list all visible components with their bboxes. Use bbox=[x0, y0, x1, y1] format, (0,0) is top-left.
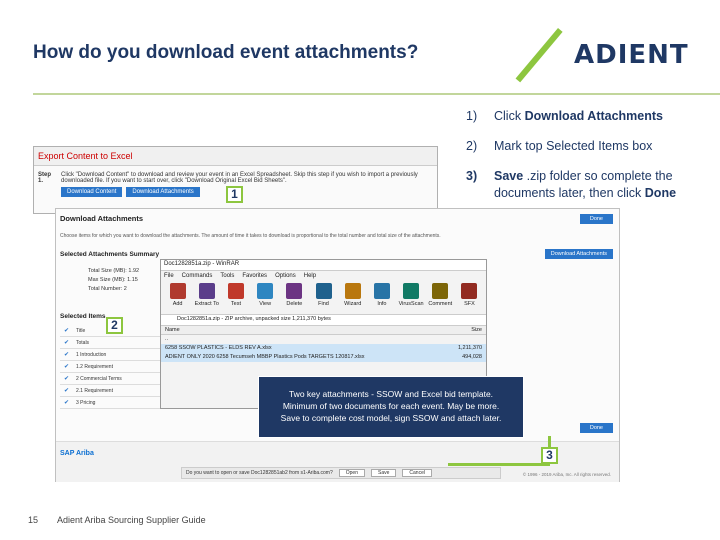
item-checkbox[interactable]: ✔ bbox=[64, 352, 70, 358]
tool-add[interactable]: Add bbox=[165, 283, 190, 312]
footer-text: Adient Ariba Sourcing Supplier Guide bbox=[57, 515, 206, 525]
export-content-window: Export Content to Excel Step 1. Click "D… bbox=[33, 146, 438, 214]
selected-items-list: ✔ Title ✔ Totals ✔ 1 Introduction ✔ 1.2 Requ… bbox=[60, 325, 170, 409]
file-row[interactable]: ADIENT ONLY 2020 6258 Tecumseh MBBP Plas… bbox=[161, 353, 486, 362]
archive-path: Doc1282851a.zip - ZIP archive, unpacked … bbox=[161, 315, 486, 326]
page-title: How do you download event attachments? bbox=[33, 42, 419, 63]
menu-commands[interactable]: Commands bbox=[182, 273, 213, 279]
tool-virusscan[interactable]: VirusScan bbox=[399, 283, 424, 312]
step-badge-1: 1 bbox=[226, 186, 243, 203]
download-attachments-action-button[interactable]: Download Attachments bbox=[544, 249, 613, 259]
select-all-checkbox[interactable]: ✔ bbox=[64, 328, 70, 334]
download-description: Choose items for which you want to downl… bbox=[60, 233, 441, 239]
download-attachments-button[interactable]: Download Attachments bbox=[126, 187, 200, 197]
logo-slash bbox=[515, 28, 563, 83]
tool-info[interactable]: Info bbox=[369, 283, 394, 312]
copyright-text: © 1996 - 2019 Ariba, Inc. All rights res… bbox=[522, 472, 611, 477]
download-window-title: Download Attachments bbox=[60, 214, 144, 223]
summary-values: Total Size (MB): 1.92 Max Size (MB): 1.1… bbox=[88, 268, 140, 292]
item-checkbox[interactable]: ✔ bbox=[64, 364, 70, 370]
tool-test[interactable]: Test bbox=[223, 283, 248, 312]
tool-icon bbox=[403, 283, 420, 299]
tool-find[interactable]: Find bbox=[311, 283, 336, 312]
item-checkbox[interactable]: ✔ bbox=[64, 400, 70, 406]
menu-favorites[interactable]: Favorites bbox=[242, 273, 267, 279]
menu-options[interactable]: Options bbox=[275, 273, 296, 279]
tool-icon bbox=[227, 283, 244, 299]
step-3: 3) Save .zip folder so complete the docu… bbox=[466, 169, 677, 200]
arrow-to-done bbox=[548, 436, 551, 448]
list-item: ✔ 2 Commercial Terms bbox=[60, 373, 170, 385]
winrar-menu: File Commands Tools Favorites Options He… bbox=[161, 271, 486, 281]
download-content-button[interactable]: Download Content bbox=[61, 187, 123, 197]
adient-logo: ADIENT bbox=[515, 26, 696, 83]
header-rule bbox=[33, 93, 720, 95]
done-button-bottom[interactable]: Done bbox=[579, 423, 613, 433]
tool-extract-to[interactable]: Extract To bbox=[194, 283, 219, 312]
list-item: ✔ 3 Pricing bbox=[60, 397, 170, 409]
tool-comment[interactable]: Comment bbox=[428, 283, 453, 312]
arrow-to-save bbox=[448, 463, 550, 466]
menu-help[interactable]: Help bbox=[304, 273, 316, 279]
step-badge-2: 2 bbox=[106, 317, 123, 334]
list-item: ✔ 1 Introduction bbox=[60, 349, 170, 361]
attachments-callout: Two key attachments - SSOW and Excel bid… bbox=[258, 376, 524, 438]
menu-tools[interactable]: Tools bbox=[220, 273, 234, 279]
tool-icon bbox=[461, 283, 478, 299]
tool-icon bbox=[286, 283, 303, 299]
file-list-header: Name Size bbox=[161, 326, 486, 335]
tool-icon bbox=[257, 283, 274, 299]
tool-delete[interactable]: Delete bbox=[282, 283, 307, 312]
list-item: ✔ 1.2 Requirement bbox=[60, 361, 170, 373]
tool-wizard[interactable]: Wizard bbox=[340, 283, 365, 312]
list-item: ✔ Totals bbox=[60, 337, 170, 349]
selected-items-title: Selected Items bbox=[60, 313, 106, 320]
save-button[interactable]: Save bbox=[371, 469, 397, 477]
open-button[interactable]: Open bbox=[338, 469, 365, 477]
steps-list: 1) Click Download Attachments 2) Mark to… bbox=[466, 108, 716, 215]
tool-view[interactable]: View bbox=[253, 283, 278, 312]
step-badge-3: 3 bbox=[541, 447, 558, 464]
menu-file[interactable]: File bbox=[164, 273, 174, 279]
download-prompt: Do you want to open or save Doc1282851ab… bbox=[186, 470, 333, 476]
winrar-title: Doc1282851a.zip - WinRAR bbox=[161, 260, 486, 271]
col-size[interactable]: Size bbox=[471, 327, 482, 333]
step-2: 2) Mark top Selected Items box bbox=[466, 139, 653, 153]
col-name[interactable]: Name bbox=[165, 327, 180, 333]
item-checkbox[interactable]: ✔ bbox=[64, 340, 70, 346]
tool-icon bbox=[169, 283, 186, 299]
file-row-parent[interactable]: .. bbox=[161, 335, 486, 344]
winrar-toolbar: Add Extract To Test View Delete Find Wizard Inf… bbox=[161, 281, 486, 315]
browser-download-bar: Do you want to open or save Doc1282851ab… bbox=[181, 467, 501, 479]
done-button-top[interactable]: Done bbox=[579, 214, 613, 224]
file-row[interactable]: 6258 SSOW PLASTICS - ELDS REV A.xlsx 1,21… bbox=[161, 344, 486, 353]
page-number: 15 bbox=[28, 515, 39, 525]
cancel-button[interactable]: Cancel bbox=[402, 469, 432, 477]
summary-title: Selected Attachments Summary bbox=[60, 251, 160, 258]
step-text: Click "Download Content" to download and… bbox=[61, 172, 418, 184]
tool-sfx[interactable]: SFX bbox=[457, 283, 482, 312]
item-checkbox[interactable]: ✔ bbox=[64, 388, 70, 394]
sap-ariba-logo: SAP Ariba bbox=[60, 450, 94, 457]
logo-text: ADIENT bbox=[574, 40, 689, 70]
list-item: ✔ 2.1 Requirement bbox=[60, 385, 170, 397]
step-1: 1) Click Download Attachments bbox=[466, 109, 663, 123]
step-label: Step 1. bbox=[38, 172, 52, 184]
tool-icon bbox=[315, 283, 332, 299]
tool-icon bbox=[344, 283, 361, 299]
tool-icon bbox=[432, 283, 449, 299]
export-window-title: Export Content to Excel bbox=[34, 147, 437, 166]
tool-icon bbox=[198, 283, 215, 299]
item-checkbox[interactable]: ✔ bbox=[64, 376, 70, 382]
tool-icon bbox=[373, 283, 390, 299]
